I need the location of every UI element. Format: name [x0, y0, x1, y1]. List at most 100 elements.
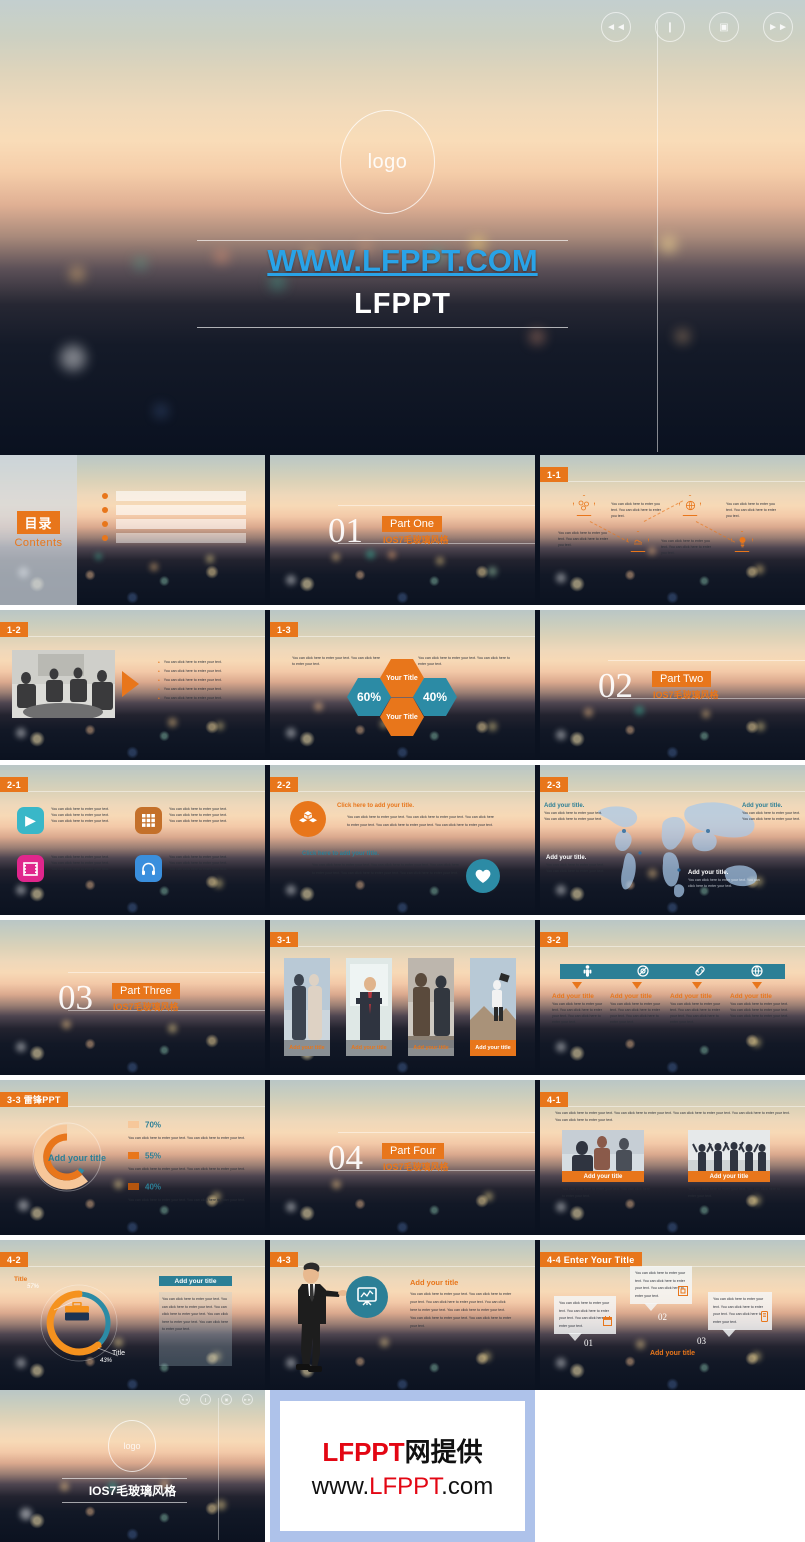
businessman-silhouette: [288, 1262, 350, 1379]
slide-3-3[interactable]: 3-3 雷锋PPT Add your title 70% You can cli…: [0, 1080, 265, 1235]
rewind-button[interactable]: ◄◄: [601, 12, 631, 42]
slide-3-1[interactable]: 3-1 Add your title Add your title Add yo…: [270, 920, 535, 1075]
step-body: You can click here to enter your text. Y…: [713, 1297, 764, 1324]
presentation-chart-icon[interactable]: [346, 1276, 388, 1318]
final-rule-bottom: [62, 1502, 187, 1503]
office-worker-photo[interactable]: Add your title: [562, 1130, 644, 1182]
slide-tag: 3-2: [540, 932, 568, 947]
part-label: Part Three: [112, 983, 180, 999]
slide-3-2[interactable]: 3-2 Add your title You can click here to…: [540, 920, 805, 1075]
contents-item-bar: [116, 491, 246, 501]
site-url[interactable]: WWW.LFPPT.COM: [0, 243, 805, 279]
slide-part-four[interactable]: 04 Part Four IOS7毛玻璃风格: [270, 1080, 535, 1235]
boxes-icon[interactable]: [290, 801, 326, 837]
column-title: Add your title: [670, 993, 712, 1000]
headphones-icon[interactable]: [135, 855, 162, 882]
slide-4-4[interactable]: 4-4 Enter Your Title You can click here …: [540, 1240, 805, 1392]
stop-button[interactable]: ▣: [221, 1394, 232, 1405]
stop-icon: ▣: [719, 21, 729, 33]
legend-body: You can click here to enter your text. Y…: [128, 1136, 245, 1140]
slide-tag: 1-2: [0, 622, 28, 637]
slide-2-2[interactable]: 2-2 Click here to add your title. You ca…: [270, 765, 535, 915]
part-subtitle: IOS7毛玻璃风格: [653, 690, 719, 700]
logo-placeholder: logo: [108, 1420, 156, 1472]
column-body: You can click here to enter your text. Y…: [670, 1002, 721, 1024]
business-meeting-photo: [12, 650, 115, 718]
part-number: 01: [328, 511, 363, 550]
logo-label: logo: [123, 1441, 141, 1451]
forward-button[interactable]: ►►: [242, 1394, 253, 1405]
watermark-line-1: LFPPT网提供: [322, 1436, 483, 1467]
legend-swatch: [128, 1121, 139, 1129]
step-callout[interactable]: You can click here to enter your text. Y…: [554, 1296, 616, 1342]
grid-icon[interactable]: [135, 807, 162, 834]
slide-4-3[interactable]: 4-3 Add your title You can click here to…: [270, 1240, 535, 1392]
intro-text: You can click here to enter your text. Y…: [555, 1111, 790, 1123]
grid-row-5: 3-3 雷锋PPT Add your title 70% You can cli…: [0, 1080, 805, 1235]
legend-swatch: [128, 1183, 139, 1191]
callout-title: Add your title.: [544, 803, 585, 809]
divider-rule-top: [338, 1132, 535, 1133]
slide-1-1[interactable]: 1-1 You can click here to enter you text…: [540, 455, 805, 605]
logo-label: logo: [367, 150, 408, 173]
photo-card[interactable]: Add your title: [346, 958, 392, 1056]
photo-card[interactable]: Add your title: [408, 958, 454, 1056]
photo-card[interactable]: Add your title: [284, 958, 330, 1056]
slide-tag: 2-2: [270, 777, 298, 792]
slide-contents[interactable]: 目录 Contents: [0, 455, 265, 605]
slide-1-2[interactable]: 1-2 • You can click here to enter your t…: [0, 610, 265, 760]
block-body: You can click here to enter your text. Y…: [347, 815, 494, 827]
stop-button[interactable]: ▣: [709, 12, 739, 42]
heart-icon[interactable]: [466, 859, 500, 893]
pause-icon: ❙: [203, 1397, 208, 1402]
contents-list: [102, 491, 246, 547]
step-callout[interactable]: You can click here to enter your text. Y…: [708, 1292, 772, 1338]
node-text: You can click here to enter you text. Yo…: [726, 502, 776, 518]
slide-4-1[interactable]: 4-1 You can click here to enter your tex…: [540, 1080, 805, 1235]
contents-title-cn: 目录: [17, 511, 60, 534]
list-item: • You can click here to enter your text.: [158, 660, 222, 666]
playback-controls[interactable]: ◄◄ ❙ ▣ ►►: [179, 1394, 253, 1405]
photo-card[interactable]: Add your title: [470, 958, 516, 1056]
bullet-icon: •: [158, 660, 160, 666]
slide-1-3[interactable]: 1-3 You can click here to enter your tex…: [270, 610, 535, 760]
play-icon[interactable]: ▶: [17, 807, 44, 834]
slide-part-two[interactable]: 02 Part Two IOS7毛玻璃风格: [540, 610, 805, 760]
list-item[interactable]: [102, 505, 246, 515]
forward-button[interactable]: ►►: [763, 12, 793, 42]
step-callout[interactable]: You can click here to enter your text. Y…: [630, 1266, 692, 1312]
presentation-thumbnail-sheet: ◄◄ ❙ ▣ ►► logo WWW.LFPPT.COM LFPPT 目录 Co…: [0, 0, 805, 1542]
slide-final[interactable]: ◄◄ ❙ ▣ ►► logo IOS7毛玻璃风格: [0, 1390, 265, 1542]
list-item[interactable]: [102, 491, 246, 501]
legend-body: You can click here to enter your text. Y…: [128, 1166, 245, 1171]
pause-button[interactable]: ❙: [655, 12, 685, 42]
slide-2-1[interactable]: 2-1 ▶ You can click here to enter your t…: [0, 765, 265, 915]
link-icon: [694, 965, 706, 979]
pause-button[interactable]: ❙: [200, 1394, 211, 1405]
part-label: Part Four: [382, 1143, 444, 1159]
list-item: • You can click here to enter your text.: [158, 669, 222, 675]
slide-2-3[interactable]: 2-3 Add your title. You can click here t…: [540, 765, 805, 915]
list-item[interactable]: [102, 533, 246, 543]
playback-controls[interactable]: ◄◄ ❙ ▣ ►►: [601, 12, 793, 42]
panel-title[interactable]: Add your title: [159, 1276, 232, 1286]
callout-title: Add your title.: [546, 855, 587, 861]
slide-part-three[interactable]: 03 Part Three IOS7毛玻璃风格: [0, 920, 265, 1075]
bullet-icon: •: [158, 687, 160, 693]
part-number: 03: [58, 978, 93, 1017]
left-label: Title: [14, 1276, 28, 1283]
rewind-button[interactable]: ◄◄: [179, 1394, 190, 1405]
slide-4-2[interactable]: 4-2 Title 57% Title 43% Add your title Y…: [0, 1240, 265, 1392]
card-body: You can click here to enter your text. Y…: [688, 1187, 780, 1199]
grid-row-6: 4-2 Title 57% Title 43% Add your title Y…: [0, 1240, 805, 1392]
film-icon[interactable]: [17, 855, 44, 882]
node-text: You can click here to enter you text. Yo…: [611, 502, 661, 518]
column-title: Add your title: [552, 993, 594, 1000]
step-number: 03: [697, 1336, 706, 1346]
slide-tag: 2-1: [0, 777, 28, 792]
list-item[interactable]: [102, 519, 246, 529]
celebrating-team-photo[interactable]: Add your title: [688, 1130, 770, 1182]
slide-part-one[interactable]: 01 Part One IOS7毛玻璃风格: [270, 455, 535, 605]
bullet-dot-icon: [102, 521, 108, 527]
slide-tag: 3-3 雷锋PPT: [0, 1092, 68, 1107]
